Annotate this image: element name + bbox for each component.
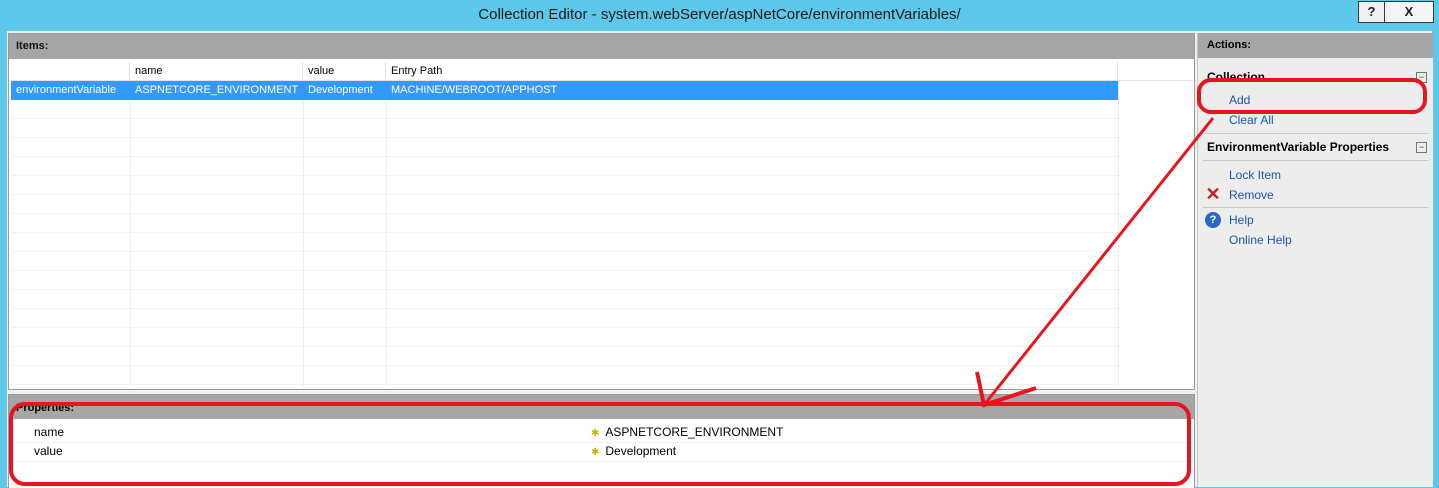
empty-row (11, 214, 1118, 233)
property-value-label: value (34, 444, 63, 458)
properties-panel: Properties: name ✱ ASPNETCORE_ENVIRONMENT… (8, 394, 1195, 488)
property-name-value[interactable]: ✱ ASPNETCORE_ENVIRONMENT (591, 423, 783, 443)
help-title-button[interactable]: ? (1358, 1, 1385, 23)
remove-x-icon: ✕ (1205, 184, 1221, 204)
help-icon: ? (1205, 212, 1221, 228)
cell-value: Development (308, 84, 373, 96)
properties-header: Properties: (9, 395, 1194, 419)
clear-all-link[interactable]: Clear All (1229, 113, 1274, 127)
empty-row (11, 138, 1118, 157)
empty-row (11, 309, 1118, 328)
items-panel: Items: name value Entry Path environment… (8, 33, 1195, 390)
empty-row (11, 328, 1118, 347)
property-value-value[interactable]: ✱ Development (591, 442, 676, 462)
empty-row (11, 347, 1118, 366)
collection-group-title[interactable]: Collection − (1207, 70, 1427, 84)
required-star-icon: ✱ (591, 428, 600, 439)
empty-row (11, 157, 1118, 176)
close-button[interactable]: X (1384, 1, 1434, 23)
actions-panel: Actions: Collection − Add Clear All Envi… (1197, 33, 1433, 487)
required-star-icon: ✱ (591, 447, 600, 458)
empty-row (11, 176, 1118, 195)
property-row-name[interactable]: name ✱ ASPNETCORE_ENVIRONMENT (16, 423, 1192, 443)
divider (1203, 160, 1428, 161)
add-link[interactable]: Add (1229, 93, 1250, 107)
collapse-icon[interactable]: − (1416, 142, 1427, 153)
items-grid: environmentVariable ASPNETCORE_ENVIRONME… (11, 81, 1192, 387)
online-help-link[interactable]: Online Help (1229, 233, 1292, 247)
column-header-name[interactable]: name (130, 62, 303, 80)
divider (1203, 207, 1428, 208)
title-bar: Collection Editor - system.webServer/asp… (0, 0, 1439, 31)
help-link[interactable]: Help (1229, 213, 1254, 227)
cell-name: ASPNETCORE_ENVIRONMENT (135, 84, 299, 96)
empty-row (11, 119, 1118, 138)
empty-row (11, 233, 1118, 252)
remove-link[interactable]: Remove (1229, 188, 1274, 202)
window-title: Collection Editor - system.webServer/asp… (478, 6, 961, 23)
empty-row (11, 252, 1118, 271)
lock-item-link[interactable]: Lock Item (1229, 168, 1281, 182)
property-row-value[interactable]: value ✱ Development (16, 442, 1192, 462)
empty-row (11, 271, 1118, 290)
empty-row (11, 366, 1118, 385)
actions-header: Actions: (1198, 33, 1433, 58)
empty-row (11, 290, 1118, 309)
empty-row (11, 195, 1118, 214)
grid-header: name value Entry Path (11, 62, 1192, 81)
empty-row (11, 100, 1118, 119)
cell-entry-path: MACHINE/WEBROOT/APPHOST (391, 84, 558, 96)
column-header-entry-path[interactable]: Entry Path (386, 62, 1118, 80)
table-row[interactable]: environmentVariable ASPNETCORE_ENVIRONME… (11, 81, 1118, 100)
items-header: Items: (9, 34, 1194, 59)
column-header-type[interactable] (11, 62, 130, 80)
properties-group-title[interactable]: EnvironmentVariable Properties − (1207, 140, 1427, 154)
property-name-label: name (34, 425, 65, 439)
cell-type: environmentVariable (16, 84, 117, 96)
divider (1203, 133, 1428, 134)
column-header-value[interactable]: value (303, 62, 386, 80)
collapse-icon[interactable]: − (1416, 72, 1427, 83)
editor-client: Items: name value Entry Path environment… (7, 31, 1433, 488)
